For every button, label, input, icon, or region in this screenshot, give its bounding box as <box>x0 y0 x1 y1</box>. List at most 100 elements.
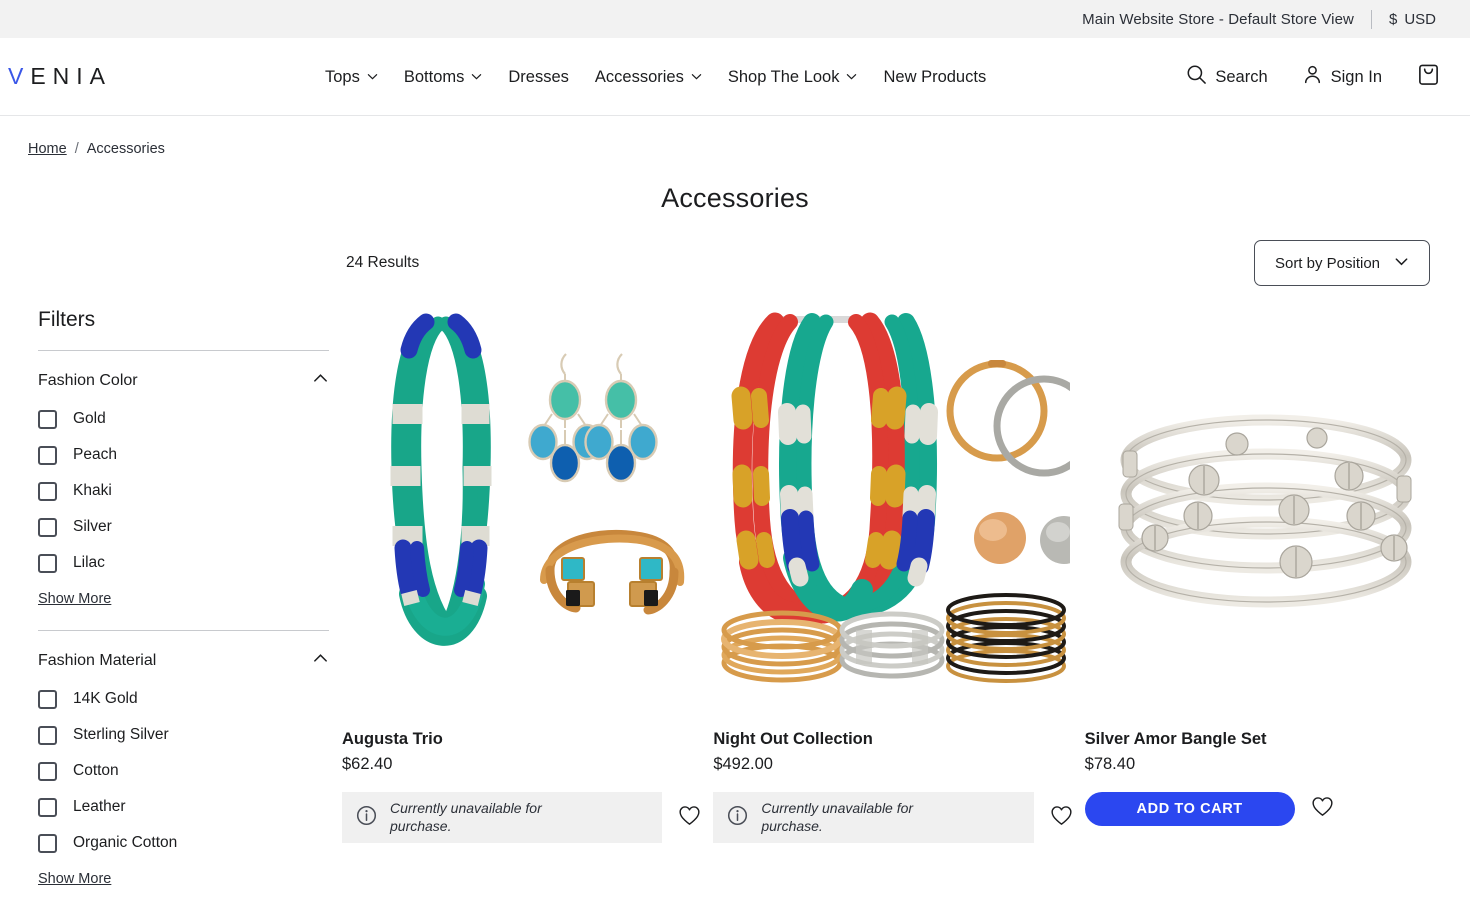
cart-button[interactable] <box>1399 62 1440 92</box>
unavailable-message-box: Currently unavailable for purchase. <box>713 792 1034 843</box>
filter-option-label: Lilac <box>73 554 105 571</box>
sort-dropdown[interactable]: Sort by Position <box>1254 240 1430 286</box>
sort-label: Sort by Position <box>1274 254 1381 272</box>
filter-option-label: Gold <box>73 410 106 427</box>
nav-item-bottoms[interactable]: Bottoms <box>391 68 496 87</box>
nav-label: Shop The Look <box>727 67 840 86</box>
filter-option-14k-gold[interactable]: 14K Gold <box>38 681 332 717</box>
product-toolbar: 24 Results Sort by Position <box>0 240 1470 286</box>
filter-group-fashion-color: Fashion Color Gold Peach Khaki Silver Li… <box>38 351 332 608</box>
product-name[interactable]: Augusta Trio <box>342 730 705 749</box>
heart-icon <box>678 805 701 831</box>
site-logo[interactable]: V ENIA <box>8 63 188 90</box>
checkbox-icon[interactable] <box>38 481 57 501</box>
nav-item-tops[interactable]: Tops <box>325 68 391 87</box>
checkbox-icon[interactable] <box>38 725 57 745</box>
nav-item-new-products[interactable]: New Products <box>870 68 999 87</box>
filter-option-peach[interactable]: Peach <box>38 437 332 473</box>
filter-option-lilac[interactable]: Lilac <box>38 545 332 581</box>
filter-option-cotton[interactable]: Cotton <box>38 753 332 789</box>
filters-title: Filters <box>38 308 96 331</box>
checkbox-icon[interactable] <box>38 833 57 853</box>
filter-option-leather[interactable]: Leather <box>38 789 332 825</box>
filter-option-label: 14K Gold <box>73 690 138 707</box>
store-bar-divider <box>1370 9 1372 29</box>
filter-option-label: Leather <box>73 798 126 815</box>
product-name[interactable]: Night Out Collection <box>713 730 1076 749</box>
logo-rest: ENIA <box>30 63 113 89</box>
nav-label: Tops <box>325 67 360 86</box>
product-image-augusta-trio[interactable] <box>342 308 706 708</box>
product-actions: Currently unavailable for purchase. <box>342 792 705 843</box>
nav-label: Dresses <box>508 67 569 86</box>
shopping-bag-icon <box>1417 62 1440 92</box>
breadcrumb-home-link[interactable]: Home <box>28 141 67 157</box>
show-more-fashion-material[interactable]: Show More <box>38 871 111 887</box>
filter-option-gold[interactable]: Gold <box>38 401 332 437</box>
product-image-night-out-collection[interactable] <box>713 308 1077 708</box>
filters-sidebar: Filters Fashion Color Gold Peach Khaki S… <box>38 308 332 888</box>
nav-item-accessories[interactable]: Accessories <box>582 68 715 87</box>
sign-in-label: Sign In <box>1330 67 1382 86</box>
filter-option-label: Peach <box>73 446 117 463</box>
breadcrumb: Home / Accessories <box>0 116 1470 157</box>
nav-label: Accessories <box>594 67 684 86</box>
product-card: Silver Amor Bangle Set $78.40 ADD TO CAR… <box>1084 308 1448 888</box>
filter-option-khaki[interactable]: Khaki <box>38 473 332 509</box>
filter-group-spacer <box>38 608 332 630</box>
main-navigation: Tops Bottoms Dresses Accessories Shop Th… <box>325 38 999 116</box>
product-actions: Currently unavailable for purchase. <box>713 792 1076 843</box>
breadcrumb-separator: / <box>74 141 79 157</box>
checkbox-icon[interactable] <box>38 445 57 465</box>
store-bar: Main Website Store - Default Store View … <box>0 0 1470 38</box>
chevron-down-icon <box>1394 254 1409 273</box>
checkbox-icon[interactable] <box>38 553 57 573</box>
checkbox-icon[interactable] <box>38 761 57 781</box>
info-icon <box>727 805 748 831</box>
page-title: Accessories <box>661 183 809 213</box>
search-button[interactable]: Search <box>1169 64 1284 90</box>
add-to-cart-button[interactable]: ADD TO CART <box>1084 792 1295 826</box>
product-actions: ADD TO CART <box>1084 792 1448 826</box>
show-more-fashion-color[interactable]: Show More <box>38 591 111 607</box>
chevron-down-icon <box>471 71 482 82</box>
checkbox-icon[interactable] <box>38 689 57 709</box>
unavailable-message-box: Currently unavailable for purchase. <box>342 792 663 843</box>
checkbox-icon[interactable] <box>38 409 57 429</box>
info-icon <box>356 805 377 831</box>
product-name[interactable]: Silver Amor Bangle Set <box>1085 730 1448 749</box>
page-content: Filters Fashion Color Gold Peach Khaki S… <box>0 308 1470 888</box>
filter-option-organic-cotton[interactable]: Organic Cotton <box>38 825 332 861</box>
filter-group-label: Fashion Material <box>38 652 157 669</box>
chevron-down-icon <box>691 71 702 82</box>
filter-option-label: Cotton <box>73 762 119 779</box>
logo-letter-v: V <box>8 63 31 89</box>
header-actions: Search Sign In <box>1169 38 1440 116</box>
product-image-silver-amor-bangle-set[interactable] <box>1084 308 1448 708</box>
sign-in-button[interactable]: Sign In <box>1285 64 1399 90</box>
unavailable-message: Currently unavailable for purchase. <box>761 800 914 834</box>
filter-option-sterling-silver[interactable]: Sterling Silver <box>38 717 332 753</box>
filter-group-toggle-fashion-color[interactable]: Fashion Color <box>38 370 329 401</box>
filter-option-label: Silver <box>73 518 112 535</box>
store-switcher[interactable]: Main Website Store - Default Store View <box>1082 11 1354 28</box>
wishlist-button[interactable] <box>1307 792 1338 826</box>
checkbox-icon[interactable] <box>38 517 57 537</box>
nav-item-shop-the-look[interactable]: Shop The Look <box>715 68 871 87</box>
unavailable-message: Currently unavailable for purchase. <box>390 800 542 834</box>
search-icon <box>1186 64 1207 90</box>
currency-symbol: $ <box>1388 10 1398 28</box>
filter-group-toggle-fashion-material[interactable]: Fashion Material <box>38 650 329 681</box>
wishlist-button[interactable] <box>674 801 705 835</box>
nav-item-dresses[interactable]: Dresses <box>495 68 582 87</box>
chevron-down-icon <box>846 71 857 82</box>
product-card: Augusta Trio $62.40 Currently unavailabl… <box>342 308 706 888</box>
wishlist-button[interactable] <box>1046 801 1077 835</box>
search-label: Search <box>1215 67 1268 86</box>
filter-option-label: Khaki <box>73 482 112 499</box>
chevron-up-icon <box>312 370 329 392</box>
checkbox-icon[interactable] <box>38 797 57 817</box>
filter-option-silver[interactable]: Silver <box>38 509 332 545</box>
currency-switcher[interactable]: $ USD <box>1389 11 1436 28</box>
product-grid: Augusta Trio $62.40 Currently unavailabl… <box>332 308 1470 888</box>
